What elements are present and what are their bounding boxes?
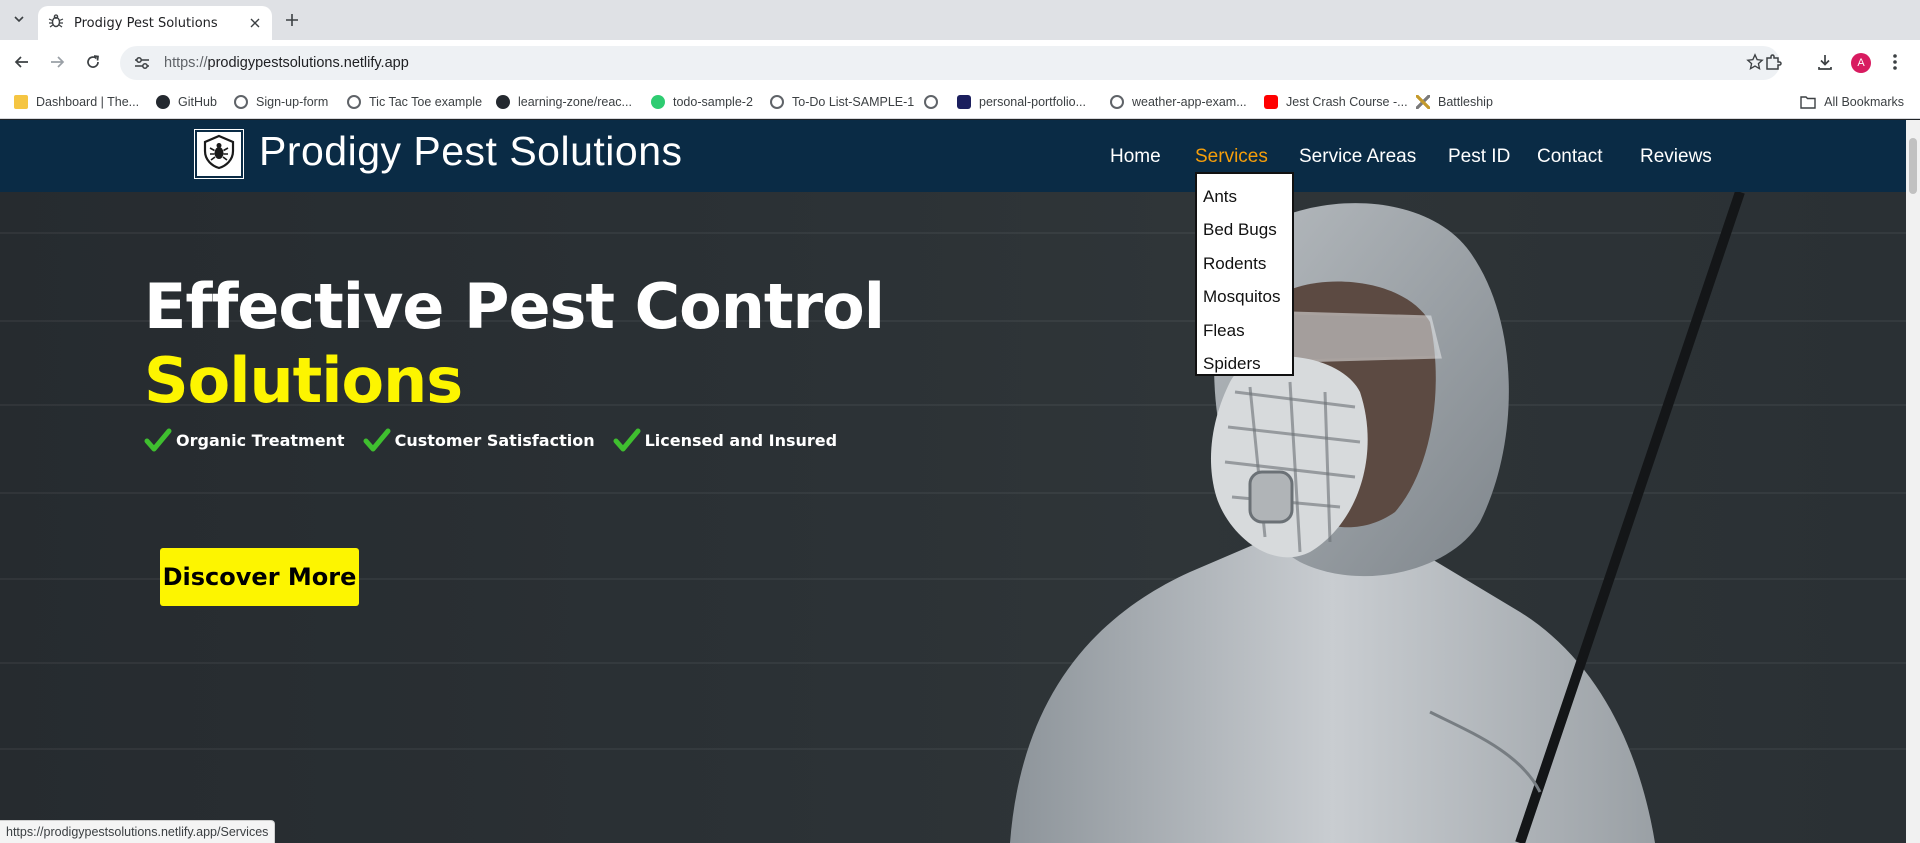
bookmark-item[interactable]: learning-zone/reac... (496, 91, 632, 113)
nav-home[interactable]: Home (1110, 146, 1161, 168)
nav-contact[interactable]: Contact (1537, 146, 1602, 168)
github-icon (156, 95, 170, 109)
bookmark-item[interactable]: weather-app-exam... (1110, 91, 1247, 113)
bookmark-label: todo-sample-2 (673, 95, 753, 109)
logo-box[interactable] (195, 130, 243, 178)
url-protocol: https:// (164, 55, 208, 71)
dropdown-item-spiders[interactable]: Spiders (1197, 348, 1292, 382)
page-scrollbar[interactable] (1906, 120, 1920, 843)
bookmark-label: Dashboard | The... (36, 95, 140, 109)
profile-avatar[interactable]: A (1851, 53, 1871, 73)
bookmark-item[interactable]: Sign-up-form (234, 91, 328, 113)
dropdown-item-rodents[interactable]: Rodents (1197, 247, 1292, 281)
url-text: https://prodigypestsolutions.netlify.app (164, 55, 409, 71)
discover-more-button[interactable]: Discover More (160, 548, 359, 606)
bookmark-label: GitHub (178, 95, 217, 109)
hero-section: Effective Pest Control Solutions Organic… (0, 192, 1906, 843)
trophy-icon (14, 95, 28, 109)
all-bookmarks-label: All Bookmarks (1824, 95, 1904, 109)
feature-item: Customer Satisfaction (363, 428, 595, 452)
bookmark-label: Battleship (1438, 95, 1493, 109)
bookmark-item[interactable]: Dashboard | The... (14, 91, 139, 113)
check-circle-icon (651, 95, 665, 109)
url-host: prodigypestsolutions.netlify.app (207, 55, 409, 71)
green-check-icon (613, 428, 641, 452)
green-check-icon (363, 428, 391, 452)
feature-label: Organic Treatment (176, 430, 345, 450)
hero-headline-line2: Solutions (144, 344, 463, 417)
forward-arrow-icon[interactable] (45, 50, 69, 74)
hero-headline-line1: Effective Pest Control (144, 270, 885, 343)
bug-favicon-icon (48, 13, 64, 33)
bookmark-label: To-Do List-SAMPLE-1 (792, 95, 915, 109)
bookmark-item[interactable] (924, 91, 938, 113)
bookmark-item[interactable]: Tic Tac Toe example (347, 91, 482, 113)
globe-icon (924, 95, 938, 109)
back-arrow-icon[interactable] (10, 50, 34, 74)
tab-title: Prodigy Pest Solutions (74, 15, 218, 31)
dropdown-item-fleas[interactable]: Fleas (1197, 314, 1292, 348)
bookmark-item[interactable]: Battleship (1416, 91, 1493, 113)
bookmark-label: personal-portfolio... (979, 95, 1087, 109)
tab-strip: Prodigy Pest Solutions (0, 0, 1920, 40)
bug-shield-logo-icon (201, 134, 237, 174)
hero-technician-image (1010, 192, 1745, 843)
nav-pest-id[interactable]: Pest ID (1448, 146, 1510, 168)
address-bar[interactable]: https://prodigypestsolutions.netlify.app (120, 46, 1780, 80)
dropdown-item-ants[interactable]: Ants (1197, 180, 1292, 214)
scrollbar-thumb[interactable] (1909, 138, 1917, 194)
link-status-bar: https://prodigypestsolutions.netlify.app… (0, 820, 276, 843)
globe-icon (234, 95, 248, 109)
green-check-icon (144, 428, 172, 452)
dropdown-item-bed-bugs[interactable]: Bed Bugs (1197, 214, 1292, 248)
feature-label: Customer Satisfaction (394, 430, 595, 450)
bookmark-item[interactable]: To-Do List-SAMPLE-1 (770, 91, 914, 113)
webpage-viewport: Prodigy Pest Solutions Home Services Ser… (0, 120, 1906, 843)
bookmark-item[interactable]: Jest Crash Course -... (1264, 91, 1408, 113)
bookmark-label: Sign-up-form (256, 95, 329, 109)
reload-icon[interactable] (81, 50, 105, 74)
site-info-tune-icon[interactable] (132, 53, 152, 73)
feature-item: Licensed and Insured (613, 428, 837, 452)
youtube-icon (1264, 95, 1278, 109)
downloads-icon[interactable] (1813, 50, 1837, 74)
tab-close-icon[interactable] (246, 14, 264, 32)
github-icon (496, 95, 510, 109)
nav-service-areas[interactable]: Service Areas (1299, 146, 1416, 168)
site-header: Prodigy Pest Solutions Home Services Ser… (0, 120, 1906, 192)
new-tab-plus-icon[interactable] (280, 8, 304, 32)
bookmarks-bar: Dashboard | The... GitHub Sign-up-form T… (0, 85, 1920, 119)
extensions-puzzle-icon[interactable] (1761, 50, 1785, 74)
chrome-menu-kebab-icon[interactable] (1883, 50, 1907, 74)
nav-reviews[interactable]: Reviews (1640, 146, 1712, 168)
tab-search-chevron-icon[interactable] (8, 8, 30, 30)
angular-icon (957, 95, 971, 109)
nav-services[interactable]: Services (1195, 146, 1268, 168)
bookmark-label: Jest Crash Course -... (1286, 95, 1408, 109)
globe-icon (347, 95, 361, 109)
bookmark-label: learning-zone/reac... (518, 95, 632, 109)
all-bookmarks-button[interactable]: All Bookmarks (1800, 91, 1904, 113)
dropdown-item-mosquitos[interactable]: Mosquitos (1197, 281, 1292, 315)
swords-icon (1416, 95, 1430, 109)
bookmark-label: weather-app-exam... (1132, 95, 1247, 109)
services-dropdown-menu: Ants Bed Bugs Rodents Mosquitos Fleas Sp… (1195, 172, 1294, 376)
active-tab[interactable]: Prodigy Pest Solutions (38, 6, 272, 40)
bookmark-item[interactable]: todo-sample-2 (651, 91, 753, 113)
hero-features: Organic Treatment Customer Satisfaction … (144, 428, 855, 452)
bookmark-item[interactable]: personal-portfolio... (957, 91, 1086, 113)
browser-toolbar: https://prodigypestsolutions.netlify.app… (0, 40, 1920, 85)
globe-icon (1110, 95, 1124, 109)
folder-icon (1800, 95, 1816, 109)
feature-item: Organic Treatment (144, 428, 345, 452)
feature-label: Licensed and Insured (644, 430, 838, 450)
bookmark-label: Tic Tac Toe example (369, 95, 483, 109)
site-brand-name[interactable]: Prodigy Pest Solutions (259, 128, 683, 175)
globe-icon (770, 95, 784, 109)
bookmark-item[interactable]: GitHub (156, 91, 217, 113)
